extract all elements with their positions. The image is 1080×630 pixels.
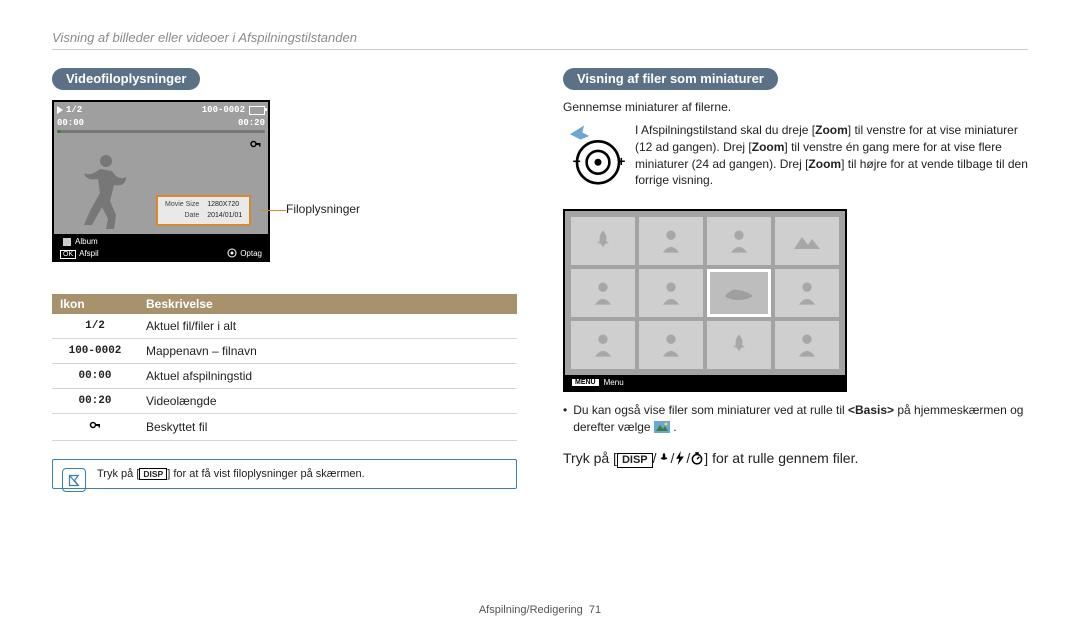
album-label: Album xyxy=(75,237,98,246)
folder-name: 100-0002 xyxy=(202,105,245,115)
total-time: 00:20 xyxy=(238,118,265,128)
thumbnail xyxy=(639,217,703,265)
ok-button-hint: OK xyxy=(60,250,76,259)
progress-bar xyxy=(57,130,265,133)
scroll-instruction: Tryk på [DISP///] for at rulle gennem fi… xyxy=(563,450,1028,468)
thumbnail xyxy=(571,321,635,369)
menu-label: Menu xyxy=(604,378,624,387)
play-hint: Afspil xyxy=(79,249,99,258)
divider xyxy=(52,49,1028,50)
table-row: 1/2Aktuel fil/filer i alt xyxy=(52,314,517,339)
thumbnail xyxy=(775,321,839,369)
svg-text:+: + xyxy=(617,153,625,169)
callout-line xyxy=(260,210,286,211)
gallery-icon xyxy=(654,421,670,433)
thumbnail xyxy=(571,217,635,265)
disp-button-label: DISP xyxy=(617,453,653,468)
disp-button-label: DISP xyxy=(139,468,167,480)
video-thumbnail-silhouette xyxy=(76,149,136,232)
menu-button-hint: MENU xyxy=(571,378,600,387)
tip-note: Tryk på [DISP] for at få vist filoplysni… xyxy=(52,459,517,489)
battery-icon xyxy=(249,106,265,115)
table-row: Beskyttet fil xyxy=(52,414,517,441)
record-icon xyxy=(227,248,237,258)
album-icon xyxy=(63,238,71,246)
zoom-dial-illustration: − + xyxy=(563,122,623,195)
table-row: 00:20Videolængde xyxy=(52,389,517,414)
video-preview: 1/2 100-0002 00:00 00:20 xyxy=(52,100,270,262)
section-heading-right: Visning af filer som miniaturer xyxy=(563,68,778,90)
table-header-desc: Beskrivelse xyxy=(138,294,517,314)
thumbnail xyxy=(639,269,703,317)
thumbnail xyxy=(775,217,839,265)
file-info-popup: Movie Size1280X720 Date2014/01/01 xyxy=(156,195,251,226)
bullet-note: • Du kan også vise filer som miniaturer … xyxy=(563,402,1028,436)
zoom-instructions: I Afspilningstilstand skal du dreje [Zoo… xyxy=(635,122,1028,189)
flash-icon xyxy=(674,451,686,465)
thumbnail xyxy=(707,321,771,369)
record-hint: Optag xyxy=(240,249,262,258)
intro-text: Gennemse miniaturer af filerne. xyxy=(563,100,1028,114)
note-icon xyxy=(62,468,86,492)
macro-icon xyxy=(657,451,671,465)
page-footer: Afspilning/Redigering 71 xyxy=(0,604,1080,616)
section-heading-left: Videofiloplysninger xyxy=(52,68,200,90)
svg-text:−: − xyxy=(573,153,581,169)
thumbnail xyxy=(707,217,771,265)
thumbnail xyxy=(571,269,635,317)
breadcrumb: Visning af billeder eller videoer i Afsp… xyxy=(52,30,1028,45)
timer-icon xyxy=(690,451,704,465)
lock-icon xyxy=(249,138,262,153)
play-icon xyxy=(57,106,63,114)
lock-icon xyxy=(52,414,138,441)
thumbnail xyxy=(639,321,703,369)
table-row: 100-0002Mappenavn – filnavn xyxy=(52,339,517,364)
file-counter: 1/2 xyxy=(66,105,82,115)
thumbnail xyxy=(775,269,839,317)
icon-description-table: Ikon Beskrivelse 1/2Aktuel fil/filer i a… xyxy=(52,294,517,441)
thumbnail-selected xyxy=(707,269,771,317)
table-header-icon: Ikon xyxy=(52,294,138,314)
thumbnail-grid: MENU Menu xyxy=(563,209,847,392)
callout-label: Filoplysninger xyxy=(286,202,360,216)
elapsed-time: 00:00 xyxy=(57,118,84,128)
table-row: 00:00Aktuel afspilningstid xyxy=(52,364,517,389)
